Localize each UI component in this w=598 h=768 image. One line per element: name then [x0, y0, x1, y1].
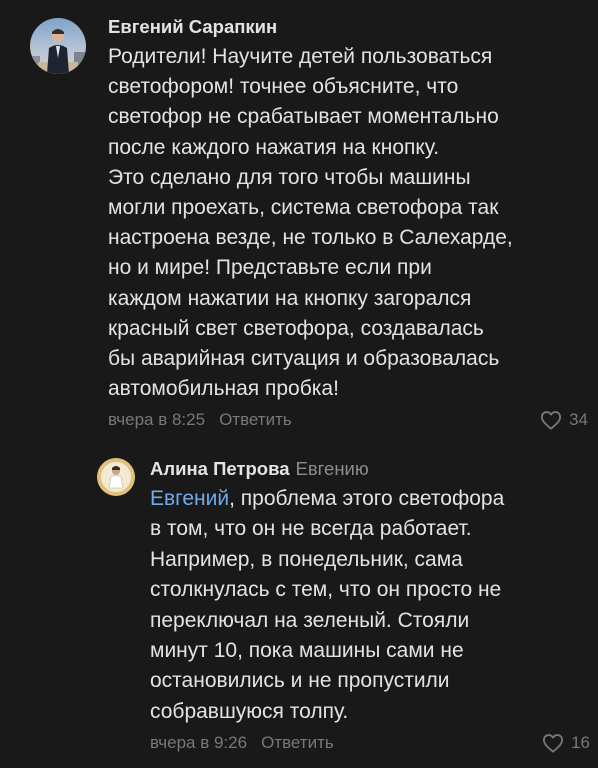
- comment-time[interactable]: вчера в 8:25: [108, 410, 205, 429]
- like-count: 34: [569, 410, 588, 430]
- like-button[interactable]: 16: [542, 730, 590, 756]
- reply-to-label[interactable]: Евгению: [296, 458, 369, 479]
- comment-body: Евгений Сарапкин Родители! Научите детей…: [108, 14, 588, 433]
- comment-text: Родители! Научите детей пользоваться све…: [108, 45, 513, 401]
- like-count: 16: [571, 733, 590, 753]
- comment-text-content: , проблема этого светофора в том, что он…: [150, 487, 505, 723]
- comment-author[interactable]: Алина Петрова: [150, 458, 290, 479]
- like-button[interactable]: 34: [540, 407, 588, 433]
- heart-outline-icon: [540, 410, 562, 430]
- comment-author-line: Алина Петрова Евгению: [150, 456, 590, 482]
- comment-meta: вчера в 8:25 Ответить 34: [108, 407, 588, 433]
- reply-button[interactable]: Ответить: [219, 410, 292, 429]
- comment-meta: вчера в 9:26 Ответить 16: [150, 730, 590, 756]
- avatar-photo-icon: [97, 458, 135, 496]
- avatar[interactable]: [30, 18, 86, 74]
- avatar[interactable]: [97, 458, 135, 496]
- heart-outline-icon: [542, 733, 564, 753]
- comment-author[interactable]: Евгений Сарапкин: [108, 14, 588, 40]
- reply-button[interactable]: Ответить: [261, 733, 334, 752]
- comment-time[interactable]: вчера в 9:26: [150, 733, 247, 752]
- comment-text: Евгений, проблема этого светофора в том,…: [150, 484, 590, 727]
- comment-body: Алина Петрова Евгению Евгений, проблема э…: [150, 456, 590, 756]
- avatar-photo-icon: [30, 18, 86, 74]
- mention-link[interactable]: Евгений: [150, 487, 229, 510]
